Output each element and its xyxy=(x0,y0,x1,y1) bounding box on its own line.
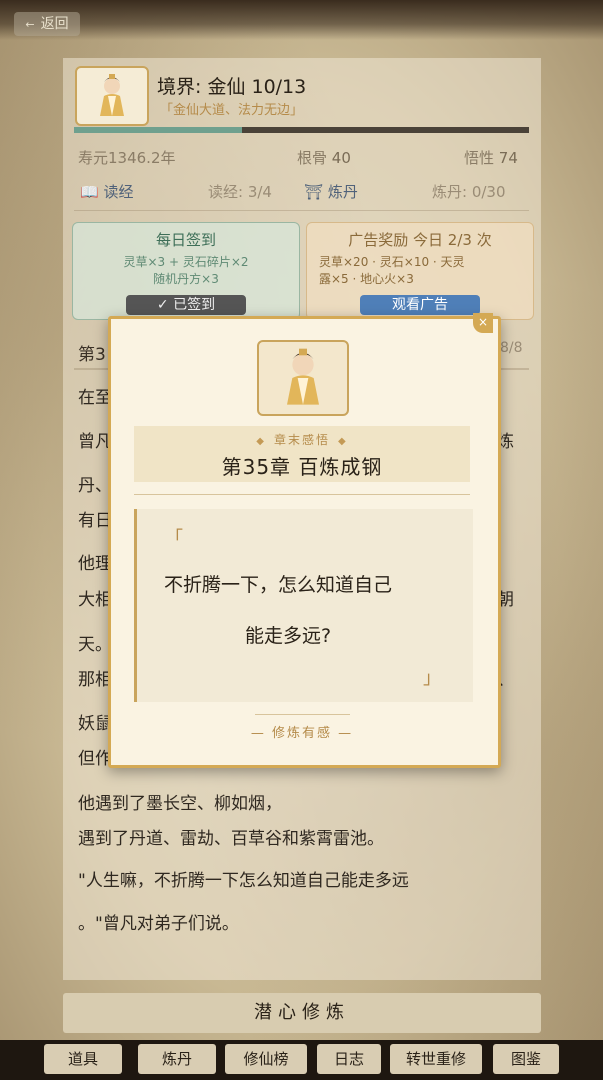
modal-divider xyxy=(134,494,470,495)
cultivator-portrait-icon xyxy=(287,348,319,405)
quote-line: 能走多远? xyxy=(245,625,332,647)
footer-divider xyxy=(255,714,350,715)
close-icon[interactable]: × xyxy=(473,313,493,333)
quote-line: 不折腾一下，怎么知道自己 xyxy=(164,574,393,596)
quote-close-mark: 」 xyxy=(423,668,441,689)
modal-title: 第35章 百炼成钢 xyxy=(221,455,383,479)
modal-footer: — 修炼有感 — xyxy=(250,726,354,741)
diamond-icon: ◆ xyxy=(338,436,348,447)
diamond-icon: ◆ xyxy=(256,436,266,447)
quote-open-mark: 「 xyxy=(165,528,183,549)
modal-header: ◆ 章末感悟 ◆ 第35章 百炼成钢 xyxy=(134,426,470,482)
modal-avatar xyxy=(257,340,349,416)
modal-subtitle: 章末感悟 xyxy=(273,433,330,447)
